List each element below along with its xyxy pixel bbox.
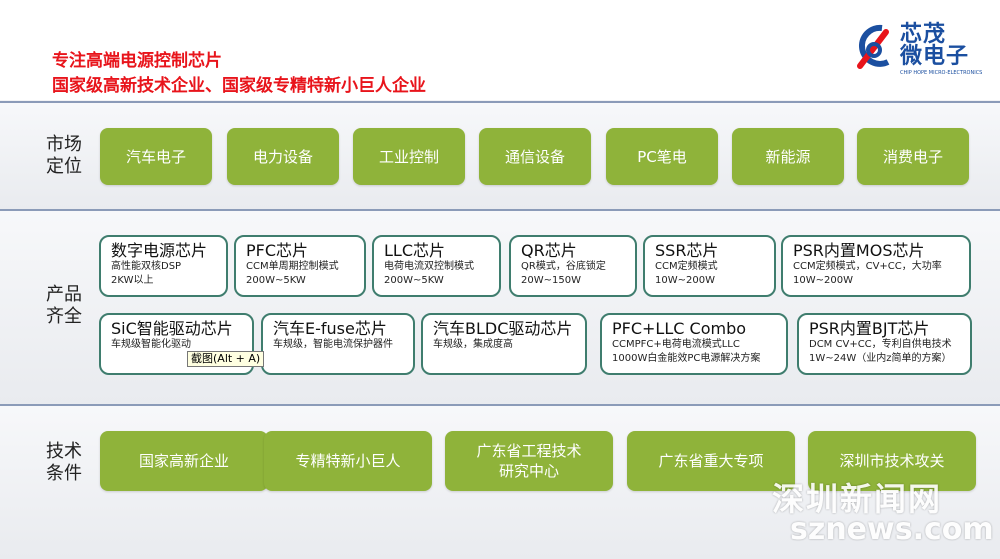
tech-label: 技术 条件 xyxy=(46,441,82,484)
product-card: SSR芯片 CCM定频模式 10W~200W xyxy=(643,235,776,297)
product-spec: 20W~150W xyxy=(521,275,581,286)
product-title: 数字电源芯片 xyxy=(111,241,208,260)
product-card: PSR内置MOS芯片 CCM定频模式，CV+CC，大功率 10W~200W xyxy=(781,235,971,297)
tech-item: 广东省工程技术 研究中心 xyxy=(445,431,613,491)
product-spec: 200W~5KW xyxy=(384,275,444,286)
product-card: PFC+LLC Combo CCMPFC+电荷电流模式LLC 1000W白金能效PC… xyxy=(600,313,788,375)
market-item: 汽车电子 xyxy=(100,128,212,185)
logo-mark-icon xyxy=(857,24,890,69)
product-spec: CCM定频模式 xyxy=(655,261,718,272)
product-spec: DCM CV+CC，专利自供电技术 xyxy=(809,339,952,350)
product-spec: 2KW以上 xyxy=(111,275,154,286)
product-spec: CCM单周期控制模式 xyxy=(246,261,339,272)
market-item: PC笔电 xyxy=(606,128,718,185)
product-title: SiC智能驱动芯片 xyxy=(111,319,233,338)
product-card: 汽车BLDC驱动芯片 车规级，集成度高 xyxy=(421,313,587,375)
product-title: SSR芯片 xyxy=(655,241,719,260)
product-card: LLC芯片 电荷电流双控制模式 200W~5KW xyxy=(372,235,501,297)
tech-item: 专精特新小巨人 xyxy=(264,431,432,491)
product-spec: 高性能双核DSP xyxy=(111,261,182,272)
product-title: 汽车BLDC驱动芯片 xyxy=(433,319,573,338)
screenshot-tooltip: 截图(Alt + A) xyxy=(187,351,265,367)
market-label: 市场 定位 xyxy=(46,134,82,177)
product-spec: 电荷电流双控制模式 xyxy=(384,261,474,272)
market-item: 新能源 xyxy=(732,128,844,185)
product-card: PSR内置BJT芯片 DCM CV+CC，专利自供电技术 1W~24W（业内z简单的… xyxy=(797,313,972,375)
product-title: LLC芯片 xyxy=(384,241,446,260)
product-spec: QR模式，谷底锁定 xyxy=(521,261,606,272)
product-card: 汽车E-fuse芯片 车规级，智能电流保护器件 xyxy=(261,313,415,375)
company-logo: 芯茂 微电子 CHIP HOPE MICRO-ELECTRONICS xyxy=(852,22,982,82)
product-title: PFC+LLC Combo xyxy=(612,319,747,338)
product-spec: 车规级，集成度高 xyxy=(433,339,513,350)
product-title: PSR内置BJT芯片 xyxy=(809,319,930,338)
product-title: PSR内置MOS芯片 xyxy=(793,241,925,260)
product-card: 数字电源芯片 高性能双核DSP 2KW以上 xyxy=(99,235,228,297)
product-title: QR芯片 xyxy=(521,241,577,260)
watermark-en: sznews.com xyxy=(790,512,994,547)
product-spec: CCMPFC+电荷电流模式LLC xyxy=(612,339,740,350)
products-label: 产品 齐全 xyxy=(46,284,82,327)
subheadline: 国家级高新技术企业、国家级专精特新小巨人企业 xyxy=(52,76,426,96)
tech-item: 国家高新企业 xyxy=(100,431,268,491)
header: 专注高端电源控制芯片 国家级高新技术企业、国家级专精特新小巨人企业 芯茂 微电子… xyxy=(0,0,1000,100)
market-item: 工业控制 xyxy=(353,128,465,185)
product-spec: 10W~200W xyxy=(793,275,853,286)
product-spec: 10W~200W xyxy=(655,275,715,286)
product-spec: CCM定频模式，CV+CC，大功率 xyxy=(793,261,942,272)
product-spec: 1W~24W（业内z简单的方案） xyxy=(809,353,952,364)
product-card: QR芯片 QR模式，谷底锁定 20W~150W xyxy=(509,235,637,297)
headline: 专注高端电源控制芯片 xyxy=(52,51,222,71)
market-item: 电力设备 xyxy=(227,128,339,185)
tech-item: 广东省重大专项 xyxy=(627,431,795,491)
product-spec: 车规级，智能电流保护器件 xyxy=(273,339,393,350)
product-spec: 1000W白金能效PC电源解决方案 xyxy=(612,353,761,364)
product-title: 汽车E-fuse芯片 xyxy=(273,319,387,338)
product-spec: 车规级智能化驱动 xyxy=(111,339,191,350)
slide: 专注高端电源控制芯片 国家级高新技术企业、国家级专精特新小巨人企业 芯茂 微电子… xyxy=(0,0,1000,559)
logo-text: 芯茂 微电子 xyxy=(900,22,970,69)
product-spec: 200W~5KW xyxy=(246,275,306,286)
logo-subtext: CHIP HOPE MICRO-ELECTRONICS xyxy=(900,70,983,76)
market-item: 消费电子 xyxy=(857,128,969,185)
product-title: PFC芯片 xyxy=(246,241,309,260)
market-item: 通信设备 xyxy=(479,128,591,185)
product-card: PFC芯片 CCM单周期控制模式 200W~5KW xyxy=(234,235,366,297)
